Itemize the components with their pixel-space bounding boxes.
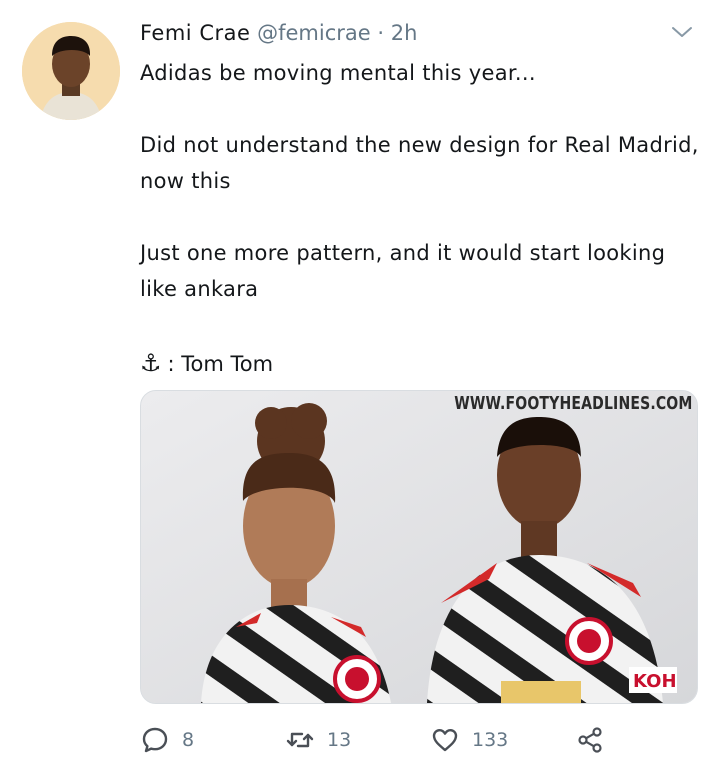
more-options-chevron-icon[interactable] — [670, 22, 694, 42]
avatar-image — [22, 22, 120, 120]
tweet-body: Adidas be moving mental this year... Did… — [140, 61, 699, 301]
photo-credit-text: : Tom Tom — [167, 352, 274, 376]
kit-photo: KOH — [141, 391, 697, 703]
tweet-actions: 8 13 133 — [140, 720, 610, 760]
tweet-timestamp[interactable]: 2h — [391, 21, 418, 45]
retweet-count: 13 — [327, 729, 352, 751]
photo-credit: ⚓: Tom Tom — [140, 345, 273, 382]
svg-text:KOH: KOH — [633, 671, 677, 692]
like-button[interactable]: 133 — [430, 720, 508, 760]
share-button[interactable] — [575, 720, 605, 760]
heart-icon — [432, 729, 458, 752]
footyheadlines-watermark: WWW.FOOTYHEADLINES.COM — [454, 393, 693, 414]
tweet-header: Femi Crae @femicrae · 2h — [140, 18, 417, 48]
reply-button[interactable]: 8 — [140, 720, 194, 760]
avatar[interactable] — [22, 22, 120, 120]
share-icon — [578, 727, 602, 753]
author-name[interactable]: Femi Crae — [140, 21, 250, 45]
separator-dot: · — [377, 21, 385, 45]
anchor-icon: ⚓ — [140, 349, 162, 377]
retweet-icon — [286, 732, 314, 748]
tweet-media-image[interactable]: KOH WWW.FOOTYHEADLINES.COM — [140, 390, 698, 704]
like-count: 133 — [472, 729, 509, 751]
retweet-button[interactable]: 13 — [285, 720, 351, 760]
reply-icon — [142, 727, 168, 753]
reply-count: 8 — [182, 729, 195, 751]
author-handle[interactable]: @femicrae — [257, 21, 371, 45]
